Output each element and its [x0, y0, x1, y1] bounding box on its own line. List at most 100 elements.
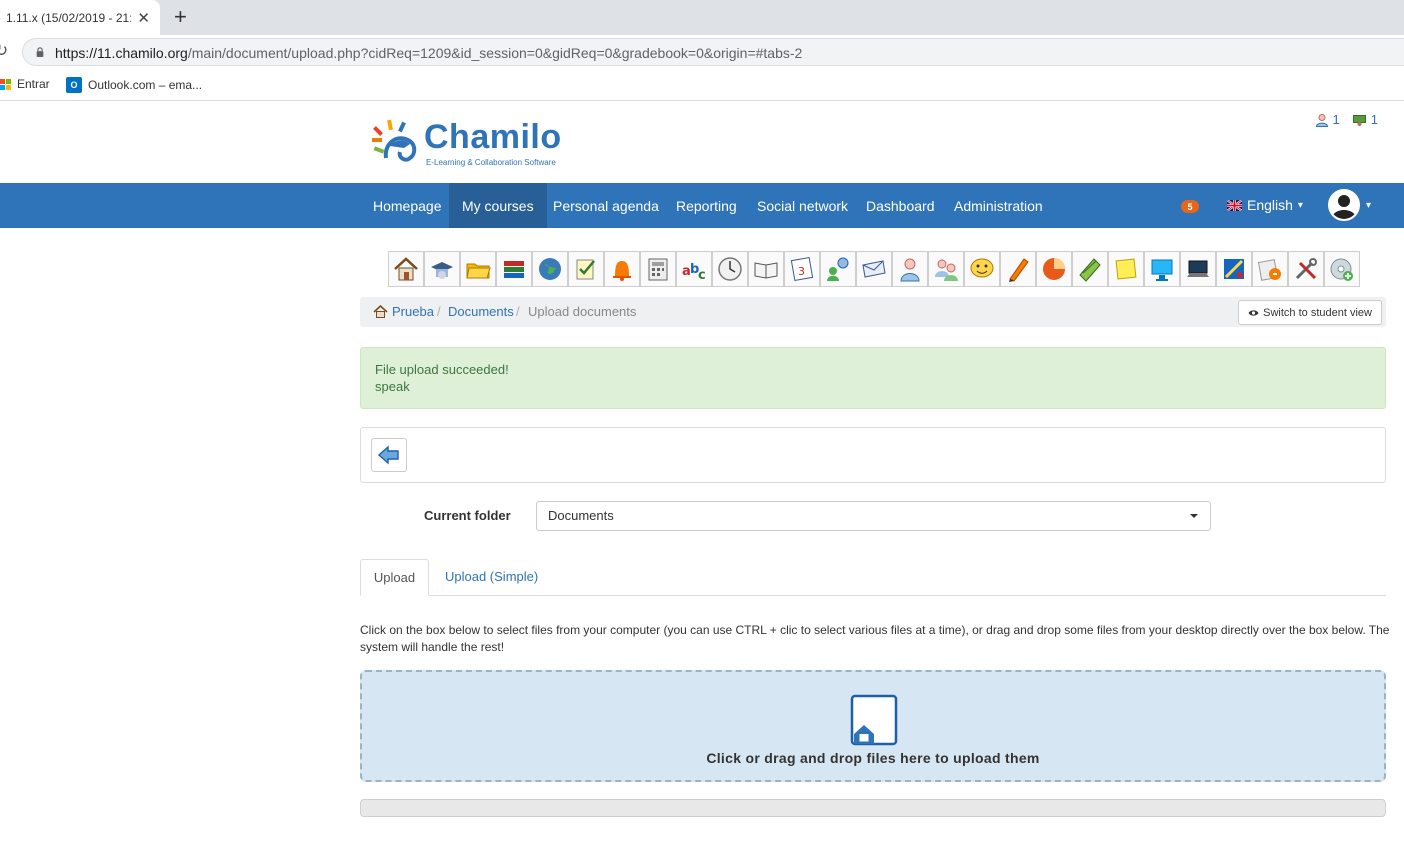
learning-path-icon[interactable] [496, 251, 532, 287]
file-dropzone[interactable]: Click or drag and drop files here to upl… [360, 670, 1386, 782]
main-navbar: Homepage My courses Personal agenda Repo… [0, 183, 1404, 228]
upload-instructions: Click on the box below to select files f… [360, 623, 1390, 654]
breadcrumb-documents[interactable]: Documents [448, 304, 514, 319]
url-text: https://11.chamilo.org/main/document/upl… [55, 45, 802, 61]
breadcrumb: Prueba / Documents / Upload documents Sw… [360, 297, 1386, 327]
bookmark-label: Entrar [17, 77, 50, 91]
tabs-divider [360, 595, 1386, 596]
back-arrow-icon [377, 445, 399, 465]
videoconference-icon[interactable] [1180, 251, 1216, 287]
links-icon[interactable] [532, 251, 568, 287]
svg-text:3: 3 [798, 265, 805, 278]
chameleon-icon [372, 119, 417, 162]
uk-flag-icon [1227, 199, 1242, 211]
browser-tabstrip: 1.11.x (15/02/2019 - 21: ✕ + [0, 0, 1404, 35]
upload-file-icon [850, 694, 898, 746]
logo-subtitle: E-Learning & Collaboration Software [426, 158, 556, 167]
dropzone-text: Click or drag and drop files here to upl… [706, 750, 1040, 766]
bookmark-label: Outlook.com – ema... [88, 78, 203, 92]
online-users-count: 1 [1332, 112, 1340, 127]
course-users-icon [1352, 114, 1366, 126]
course-tools-toolbar: abc 3 [388, 251, 1360, 287]
nav-homepage[interactable]: Homepage [360, 183, 455, 228]
user-menu[interactable]: ▾ [1328, 189, 1371, 221]
nav-administration[interactable]: Administration [941, 183, 1056, 228]
nav-social-network[interactable]: Social network [744, 183, 861, 228]
projects-icon[interactable] [1144, 251, 1180, 287]
alert-filename: speak [375, 379, 410, 394]
site-header: Chamilo E-Learning & Collaboration Softw… [0, 102, 1404, 183]
breadcrumb-current: Upload documents [528, 304, 637, 319]
notebook-icon[interactable] [1108, 251, 1144, 287]
reload-icon[interactable]: ↻ [0, 41, 8, 61]
tests-icon[interactable] [568, 251, 604, 287]
lock-icon [36, 47, 44, 57]
chevron-down-icon: ▾ [1297, 199, 1303, 211]
online-course-count: 1 [1370, 112, 1378, 127]
notification-badge[interactable]: 5 [1181, 200, 1199, 213]
avatar [1328, 189, 1360, 221]
course-progress-icon[interactable] [748, 251, 784, 287]
documents-icon[interactable] [460, 251, 496, 287]
maintenance-icon[interactable] [1252, 251, 1288, 287]
back-button[interactable] [371, 438, 407, 472]
online-course-counter[interactable]: 1 [1352, 112, 1378, 127]
upload-success-alert: File upload succeeded! speak [360, 347, 1386, 409]
home-icon[interactable] [388, 251, 424, 287]
glossary-icon[interactable]: abc [676, 251, 712, 287]
nav-dashboard[interactable]: Dashboard [853, 183, 948, 228]
add-icon[interactable] [1324, 251, 1360, 287]
online-counters: 1 1 [1315, 112, 1378, 127]
breadcrumb-course-label: Prueba [392, 304, 434, 319]
switch-student-view-button[interactable]: Switch to student view [1238, 300, 1382, 325]
logo-text: Chamilo [424, 118, 562, 156]
chat-icon[interactable] [964, 251, 1000, 287]
nav-my-courses[interactable]: My courses [449, 183, 547, 228]
current-folder-select[interactable]: Documents [536, 501, 1211, 531]
user-icon [1315, 113, 1328, 127]
language-dropdown[interactable]: English ▾ [1227, 197, 1303, 213]
surveys-icon[interactable] [1036, 251, 1072, 287]
address-bar[interactable]: https://11.chamilo.org/main/document/upl… [22, 38, 1404, 66]
bookmark-entrar[interactable]: Entrar [0, 77, 50, 91]
address-bar-row: ↻ https://11.chamilo.org/main/document/u… [0, 35, 1404, 69]
breadcrumb-separator: / [437, 304, 441, 319]
browser-tab-title: 1.11.x (15/02/2019 - 21: [6, 10, 131, 25]
url-path: /main/document/upload.php?cidReq=1209&id… [187, 45, 803, 61]
agenda-icon[interactable]: 3 [784, 251, 820, 287]
current-folder-value: Documents [548, 508, 614, 523]
announcements-icon[interactable] [604, 251, 640, 287]
assignments-icon[interactable] [1000, 251, 1036, 287]
svg-text:c: c [698, 268, 706, 283]
forums-icon[interactable] [820, 251, 856, 287]
language-label: English [1247, 197, 1293, 213]
course-description-icon[interactable] [424, 251, 460, 287]
users-icon[interactable] [892, 251, 928, 287]
online-users-counter[interactable]: 1 [1315, 112, 1340, 127]
nav-reporting[interactable]: Reporting [663, 183, 750, 228]
url-host: https://11.chamilo.org [55, 45, 188, 61]
outlook-icon: O [66, 77, 82, 93]
chamilo-logo[interactable]: Chamilo E-Learning & Collaboration Softw… [370, 118, 580, 167]
bookmarks-bar: Entrar O Outlook.com – ema... [0, 69, 1404, 101]
switch-student-view-label: Switch to student view [1263, 306, 1372, 319]
settings-icon[interactable] [1288, 251, 1324, 287]
breadcrumb-separator: / [516, 304, 520, 319]
chevron-down-icon: ▾ [1366, 199, 1372, 211]
attendances-icon[interactable] [712, 251, 748, 287]
new-tab-icon[interactable]: + [174, 4, 187, 30]
nav-personal-agenda[interactable]: Personal agenda [540, 183, 672, 228]
current-folder-label: Current folder [424, 508, 511, 523]
browser-tab[interactable]: 1.11.x (15/02/2019 - 21: ✕ [0, 0, 160, 35]
wiki-icon[interactable] [1072, 251, 1108, 287]
reporting-icon[interactable] [1216, 251, 1252, 287]
breadcrumb-course[interactable]: Prueba [373, 304, 434, 319]
groups-icon[interactable] [928, 251, 964, 287]
eye-icon [1248, 309, 1259, 316]
tab-upload-simple[interactable]: Upload (Simple) [445, 569, 538, 584]
close-tab-icon[interactable]: ✕ [137, 9, 150, 27]
dropbox-icon[interactable] [856, 251, 892, 287]
bookmark-outlook[interactable]: O Outlook.com – ema... [66, 77, 202, 93]
tab-upload[interactable]: Upload [360, 559, 429, 596]
gradebook-icon[interactable] [640, 251, 676, 287]
